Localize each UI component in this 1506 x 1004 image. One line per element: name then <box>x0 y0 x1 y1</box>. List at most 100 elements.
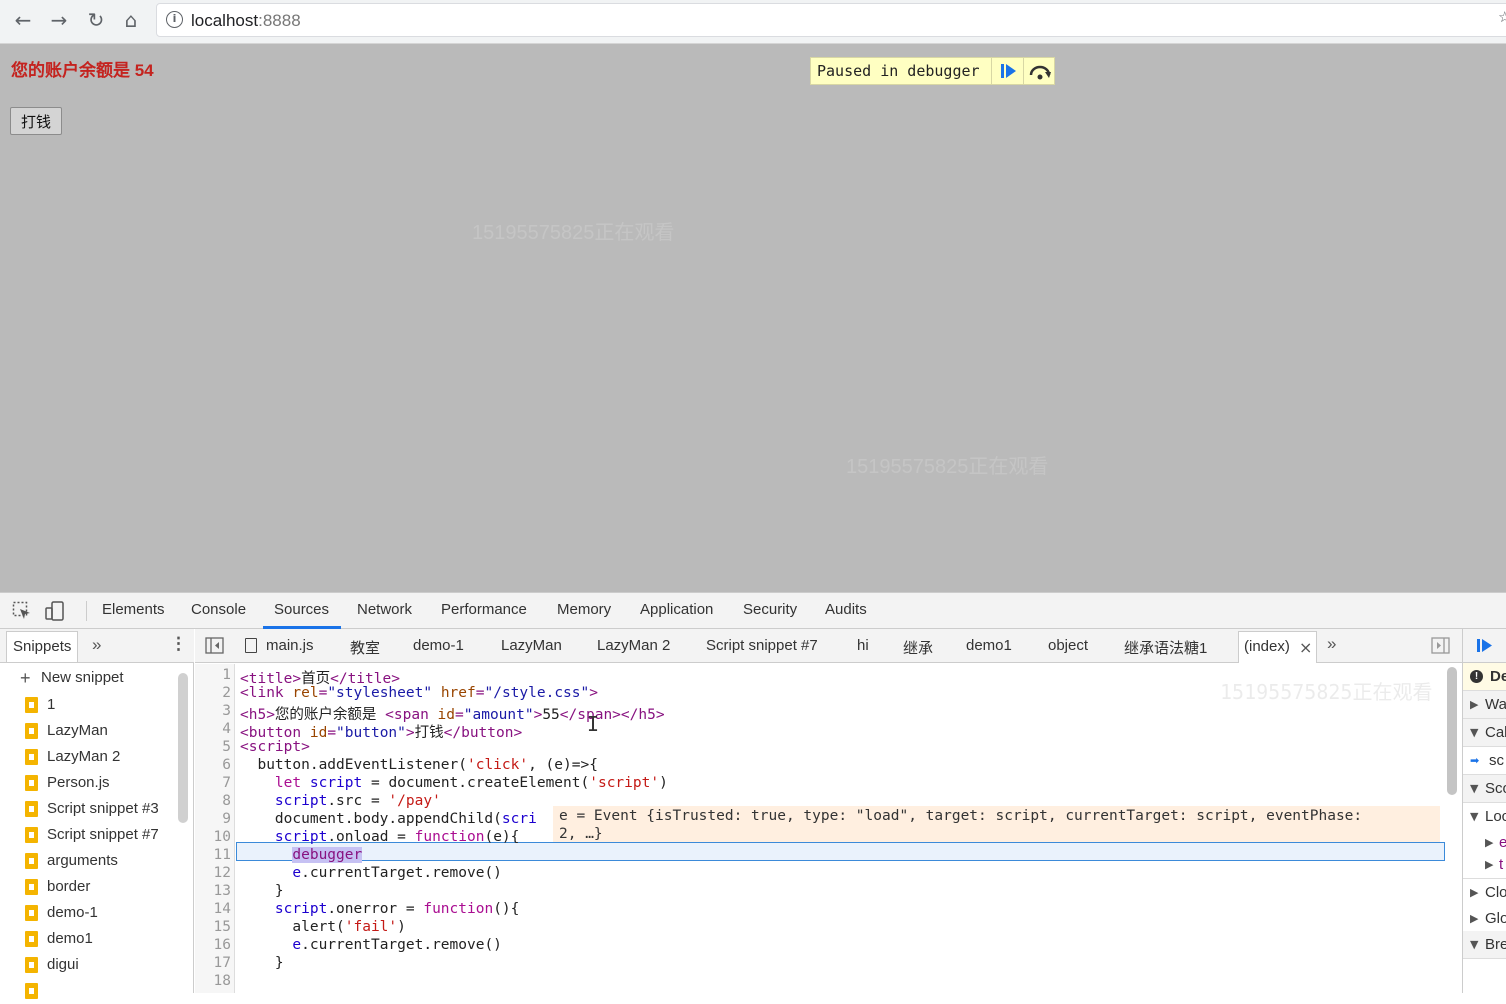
global-scope[interactable]: ▶ Glo <box>1463 905 1506 933</box>
tab-application[interactable]: Application <box>640 601 713 618</box>
snippets-tab[interactable]: Snippets <box>6 631 79 662</box>
line-number[interactable]: 18 <box>195 973 231 989</box>
tab-elements[interactable]: Elements <box>102 601 165 618</box>
snippet-label: arguments <box>47 852 118 869</box>
plus-icon[interactable]: + <box>20 669 31 687</box>
line-number[interactable]: 5 <box>195 739 231 755</box>
snippets-navigator: Snippets » ⋮ + New snippet 1 LazyMan Laz… <box>0 629 194 999</box>
collapse-arrow-icon: ▼ <box>1470 938 1479 951</box>
line-number[interactable]: 17 <box>195 955 231 971</box>
line-number[interactable]: 1 <box>195 667 231 683</box>
editor-tab-active[interactable]: (index) × <box>1238 631 1317 663</box>
pay-button[interactable]: 打钱 <box>10 107 62 135</box>
expand-arrow-icon: ▶ <box>1485 836 1494 849</box>
close-tab-icon[interactable]: × <box>1299 638 1312 657</box>
tab-network[interactable]: Network <box>357 601 412 618</box>
line-number[interactable]: 11 <box>195 847 231 863</box>
line-number[interactable]: 14 <box>195 901 231 917</box>
editor-tab[interactable]: object <box>1048 637 1088 654</box>
editor-tab[interactable]: 教室 <box>350 637 380 658</box>
new-snippet-button[interactable]: New snippet <box>41 669 124 686</box>
snippet-item[interactable]: border <box>0 874 178 900</box>
tab-memory[interactable]: Memory <box>557 601 611 618</box>
line-number[interactable]: 3 <box>195 703 231 719</box>
line-number[interactable]: 8 <box>195 793 231 809</box>
scope-section[interactable]: ▼ Sco <box>1463 775 1506 803</box>
editor-tab[interactable]: 继承 <box>903 637 933 658</box>
toggle-debugger-sidebar-icon[interactable] <box>1431 637 1451 655</box>
editor-tab[interactable]: main.js <box>266 637 314 654</box>
line-number[interactable]: 2 <box>195 685 231 701</box>
file-icon <box>25 775 38 791</box>
line-number[interactable]: 7 <box>195 775 231 791</box>
active-tab-label: (index) <box>1244 638 1290 655</box>
line-number[interactable]: 16 <box>195 937 231 953</box>
snippet-item[interactable]: demo1 <box>0 926 178 952</box>
breakpoints-section[interactable]: ▼ Bre <box>1463 931 1506 959</box>
tab-sources[interactable]: Sources <box>274 601 329 618</box>
tab-console[interactable]: Console <box>191 601 246 618</box>
snippet-item[interactable]: Script snippet #3 <box>0 796 178 822</box>
local-scope[interactable]: ▼ Loc <box>1463 803 1506 831</box>
device-toolbar-icon[interactable] <box>44 601 66 621</box>
inspect-element-icon[interactable] <box>12 601 32 621</box>
editor-tab[interactable]: 继承语法糖1 <box>1124 637 1207 658</box>
line-number[interactable]: 13 <box>195 883 231 899</box>
snippet-item[interactable] <box>0 978 178 1004</box>
inline-value-line: 2, …} <box>559 826 603 842</box>
tab-security[interactable]: Security <box>743 601 797 618</box>
line-number[interactable]: 4 <box>195 721 231 737</box>
call-stack-section[interactable]: ▼ Cal <box>1463 719 1506 747</box>
address-bar[interactable]: i localhost:8888 <box>156 3 1506 37</box>
reload-icon[interactable]: ↻ <box>82 8 110 32</box>
bookmark-star-icon[interactable]: ☆ <box>1498 8 1506 26</box>
editor-tab[interactable]: LazyMan <box>501 637 562 654</box>
snippet-item[interactable]: arguments <box>0 848 178 874</box>
home-icon[interactable]: ⌂ <box>117 8 145 32</box>
toggle-navigator-icon[interactable] <box>205 637 225 655</box>
editor-tab[interactable]: Script snippet #7 <box>706 637 818 654</box>
line-number[interactable]: 15 <box>195 919 231 935</box>
url-text[interactable]: localhost:8888 <box>191 11 301 31</box>
watermark-text: 15195575825正在观看 <box>1220 680 1433 704</box>
closure-scope[interactable]: ▶ Clo <box>1463 879 1506 907</box>
info-icon: ! <box>1470 670 1483 683</box>
snippet-item[interactable]: digui <box>0 952 178 978</box>
snippet-item[interactable]: LazyMan 2 <box>0 744 178 770</box>
step-over-icon[interactable] <box>1023 58 1055 84</box>
editor-tab[interactable]: demo1 <box>966 637 1012 654</box>
snippet-item[interactable]: 1 <box>0 692 178 718</box>
snippet-item[interactable]: Person.js <box>0 770 178 796</box>
site-info-icon[interactable]: i <box>166 11 183 28</box>
debugger-controls <box>1463 629 1506 663</box>
paused-in-debugger-overlay: Paused in debugger <box>810 57 1055 85</box>
tab-audits[interactable]: Audits <box>825 601 867 618</box>
snippet-label: 1 <box>47 696 56 713</box>
more-tabs-icon[interactable]: » <box>1327 634 1336 654</box>
code-editor[interactable]: 1 2 3 4 5 6 7 8 9 10 11 12 13 14 15 16 1… <box>195 664 1445 993</box>
scope-variable[interactable]: ▶ t <box>1463 851 1506 879</box>
line-number[interactable]: 6 <box>195 757 231 773</box>
forward-icon[interactable]: → <box>45 8 73 32</box>
file-icon <box>25 983 38 999</box>
call-frame[interactable]: ➡ sc <box>1463 747 1506 775</box>
more-tabs-icon[interactable]: » <box>92 635 101 655</box>
tab-performance[interactable]: Performance <box>441 601 527 618</box>
snippet-item[interactable]: Script snippet #7 <box>0 822 178 848</box>
code-line: script.onload = function(e){ <box>274 829 520 845</box>
editor-tab[interactable]: hi <box>857 637 869 654</box>
line-number[interactable]: 12 <box>195 865 231 881</box>
editor-tab[interactable]: LazyMan 2 <box>597 637 670 654</box>
kebab-menu-icon[interactable]: ⋮ <box>170 634 187 654</box>
back-icon[interactable]: ← <box>9 8 37 32</box>
watch-section[interactable]: ▶ Wa <box>1463 691 1506 719</box>
resume-icon[interactable] <box>991 58 1023 84</box>
line-number[interactable]: 9 <box>195 811 231 827</box>
line-number[interactable]: 10 <box>195 829 231 845</box>
editor-scrollbar[interactable] <box>1447 667 1457 795</box>
snippet-item[interactable]: demo-1 <box>0 900 178 926</box>
resume-icon[interactable] <box>1475 636 1497 656</box>
editor-tab[interactable]: demo-1 <box>413 637 464 654</box>
snippet-item[interactable]: LazyMan <box>0 718 178 744</box>
navigator-scrollbar[interactable] <box>178 673 188 823</box>
